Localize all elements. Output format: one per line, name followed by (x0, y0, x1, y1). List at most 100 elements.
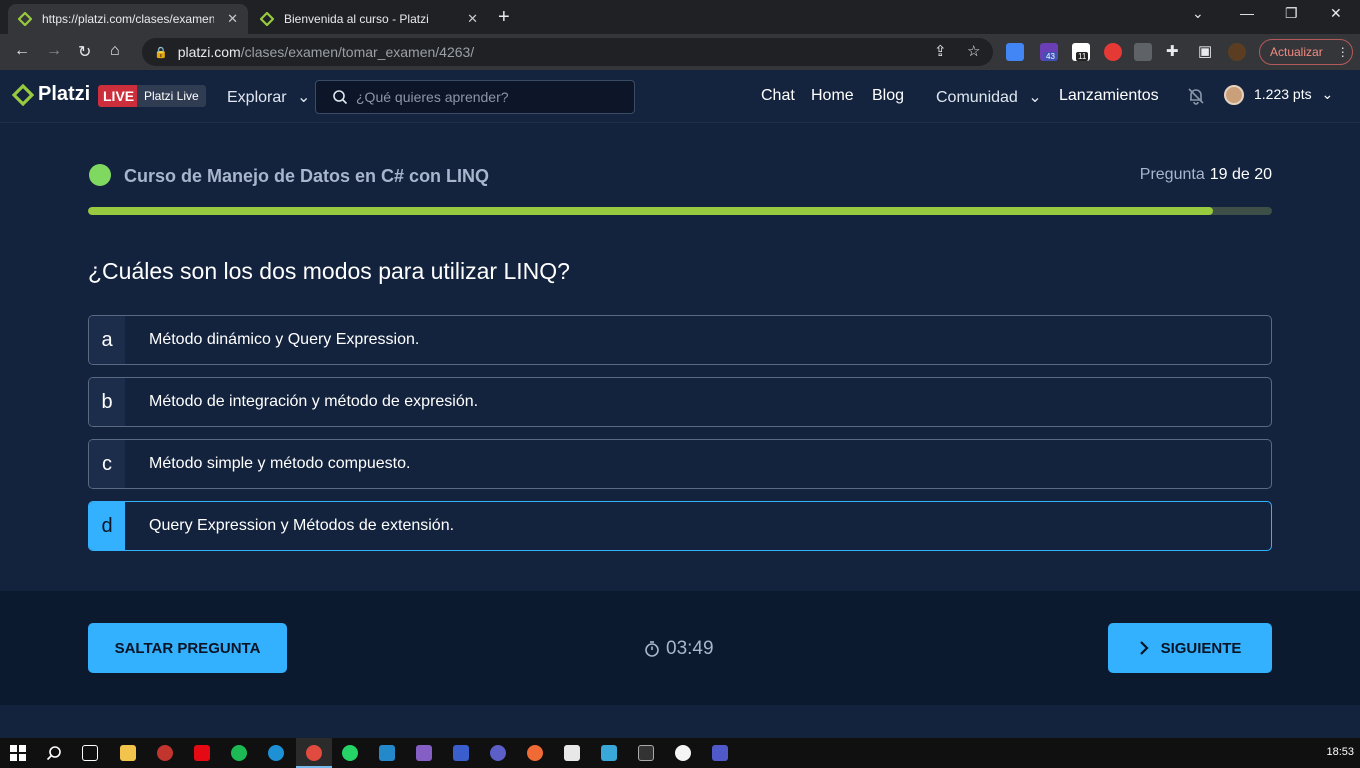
close-tab-icon[interactable]: ✕ (227, 11, 238, 27)
file-explorer-icon[interactable] (120, 745, 136, 761)
question-label: Pregunta (1139, 166, 1205, 183)
minimize-icon[interactable]: — (1240, 5, 1254, 21)
teams-icon[interactable] (712, 745, 728, 761)
course-badge-icon (89, 164, 111, 186)
question-text: ¿Cuáles son los dos modos para utilizar … (88, 258, 570, 284)
windows-taskbar: 18:53 (0, 738, 1360, 768)
platzi-logo-icon (12, 83, 34, 106)
visual-studio-icon[interactable] (416, 745, 432, 761)
community-label: Comunidad (936, 89, 1018, 106)
tab-title: Bienvenida al curso - Platzi (284, 12, 429, 26)
browser-tab-strip: https://platzi.com/clases/examen ✕ Bienv… (0, 0, 1360, 34)
share-icon[interactable]: ⇪ (934, 42, 947, 60)
question-counter: Pregunta 19 de 20 (1140, 166, 1272, 184)
chrome-icon[interactable] (306, 745, 322, 761)
notifications-off-icon[interactable] (1186, 86, 1206, 106)
app-icon[interactable] (157, 745, 173, 761)
app-icon[interactable] (601, 745, 617, 761)
extensions-puzzle-icon[interactable]: ✚ (1166, 42, 1179, 60)
edge-icon[interactable] (268, 745, 284, 761)
option-text: Método de integración y método de expres… (149, 393, 479, 410)
nav-home[interactable]: Home (811, 87, 854, 105)
extension-icon[interactable] (1134, 43, 1152, 61)
option-letter: b (89, 378, 125, 426)
taskbar-clock: 18:53 (1326, 746, 1354, 758)
nav-chat[interactable]: Chat (761, 87, 795, 105)
answer-option-d[interactable]: d Query Expression y Métodos de extensión… (88, 501, 1272, 551)
platzi-logo[interactable]: Platzi (12, 83, 90, 106)
spotify-icon[interactable] (231, 745, 247, 761)
address-bar[interactable]: 🔒 platzi.com/clases/examen/tomar_examen/… (142, 38, 993, 66)
restore-icon[interactable]: ❐ (1285, 5, 1298, 22)
nav-blog[interactable]: Blog (872, 87, 904, 105)
exam-progress-bar (88, 207, 1272, 215)
stopwatch-icon (645, 641, 659, 657)
window-close-icon[interactable]: ✕ (1330, 5, 1342, 22)
search-placeholder: ¿Qué quieres aprender? (356, 89, 509, 105)
side-panel-icon[interactable]: ▣ (1198, 42, 1212, 60)
tab-welcome[interactable]: Bienvenida al curso - Platzi ✕ (250, 4, 488, 34)
search-icon (333, 90, 348, 105)
nav-launches[interactable]: Lanzamientos (1059, 87, 1159, 105)
answer-option-a[interactable]: a Método dinámico y Query Expression. (88, 315, 1272, 365)
platzi-header: Platzi LIVE Platzi Live Explorar ⌄ ¿Qué … (0, 70, 1360, 123)
next-label: SIGUIENTE (1160, 639, 1242, 657)
next-question-button[interactable]: SIGUIENTE (1108, 623, 1272, 673)
extension-icon[interactable] (1104, 43, 1122, 61)
user-avatar[interactable] (1224, 85, 1244, 105)
option-text: Método simple y método compuesto. (149, 455, 411, 472)
profile-avatar-icon[interactable] (1228, 43, 1246, 61)
logo-text: Platzi (38, 83, 91, 105)
option-letter: a (89, 316, 125, 364)
platzi-favicon-icon (260, 12, 274, 26)
back-icon[interactable]: ← (14, 42, 30, 60)
skip-question-button[interactable]: SALTAR PREGUNTA (88, 623, 287, 673)
app-icon[interactable] (490, 745, 506, 761)
search-icon[interactable] (46, 745, 62, 761)
app-icon[interactable] (675, 745, 691, 761)
bookmark-star-icon[interactable]: ☆ (967, 42, 980, 60)
live-channel-name[interactable]: Platzi Live (137, 85, 206, 107)
option-text: Query Expression y Métodos de extensión. (149, 517, 455, 534)
terminal-icon[interactable] (638, 745, 654, 761)
translate-extension-icon[interactable] (1006, 43, 1024, 61)
app-icon[interactable] (453, 745, 469, 761)
netflix-icon[interactable] (194, 745, 210, 761)
update-browser-button[interactable]: Actualizar ⋮ (1259, 39, 1353, 65)
option-letter: d (89, 502, 125, 550)
vscode-icon[interactable] (379, 745, 395, 761)
app-icon[interactable] (564, 745, 580, 761)
answer-options: a Método dinámico y Query Expression. b Mét… (88, 315, 1272, 563)
new-tab-icon[interactable]: + (498, 6, 510, 29)
community-menu[interactable]: Comunidad ⌄ (936, 87, 1042, 107)
task-view-icon[interactable] (82, 745, 98, 761)
user-points-menu[interactable]: 1.223 pts ⌄ (1254, 86, 1333, 103)
exam-progress-fill (88, 207, 1213, 215)
tab-search-icon[interactable]: ⌄ (1192, 5, 1204, 22)
chevron-down-icon: ⌄ (1028, 89, 1042, 106)
extension-icon[interactable]: 11 (1072, 43, 1090, 61)
chevron-right-icon (1139, 641, 1149, 655)
forward-icon[interactable]: → (46, 42, 62, 60)
question-progress: 19 de 20 (1209, 166, 1272, 183)
windows-start-icon[interactable] (10, 745, 26, 761)
reload-icon[interactable]: ↻ (78, 42, 91, 62)
app-icon[interactable] (527, 745, 543, 761)
course-title: Curso de Manejo de Datos en C# con LINQ (124, 166, 490, 186)
option-letter: c (89, 440, 125, 488)
option-text: Método dinámico y Query Expression. (149, 331, 420, 348)
whatsapp-icon[interactable] (342, 745, 358, 761)
close-tab-icon[interactable]: ✕ (467, 11, 478, 27)
extension-icon[interactable]: 43 (1040, 43, 1058, 61)
exam-timer: 03:49 (644, 638, 714, 660)
tab-exam[interactable]: https://platzi.com/clases/examen ✕ (8, 4, 248, 34)
extension-badge: 43 (1044, 52, 1057, 61)
search-input[interactable]: ¿Qué quieres aprender? (315, 80, 635, 114)
home-icon[interactable]: ⌂ (110, 42, 120, 60)
extension-badge: 11 (1076, 52, 1089, 61)
answer-option-c[interactable]: c Método simple y método compuesto. (88, 439, 1272, 489)
answer-option-b[interactable]: b Método de integración y método de expre… (88, 377, 1272, 427)
live-badge[interactable]: LIVE (98, 85, 140, 107)
chevron-down-icon: ⌄ (1321, 86, 1334, 102)
explore-menu[interactable]: Explorar ⌄ (227, 87, 310, 107)
